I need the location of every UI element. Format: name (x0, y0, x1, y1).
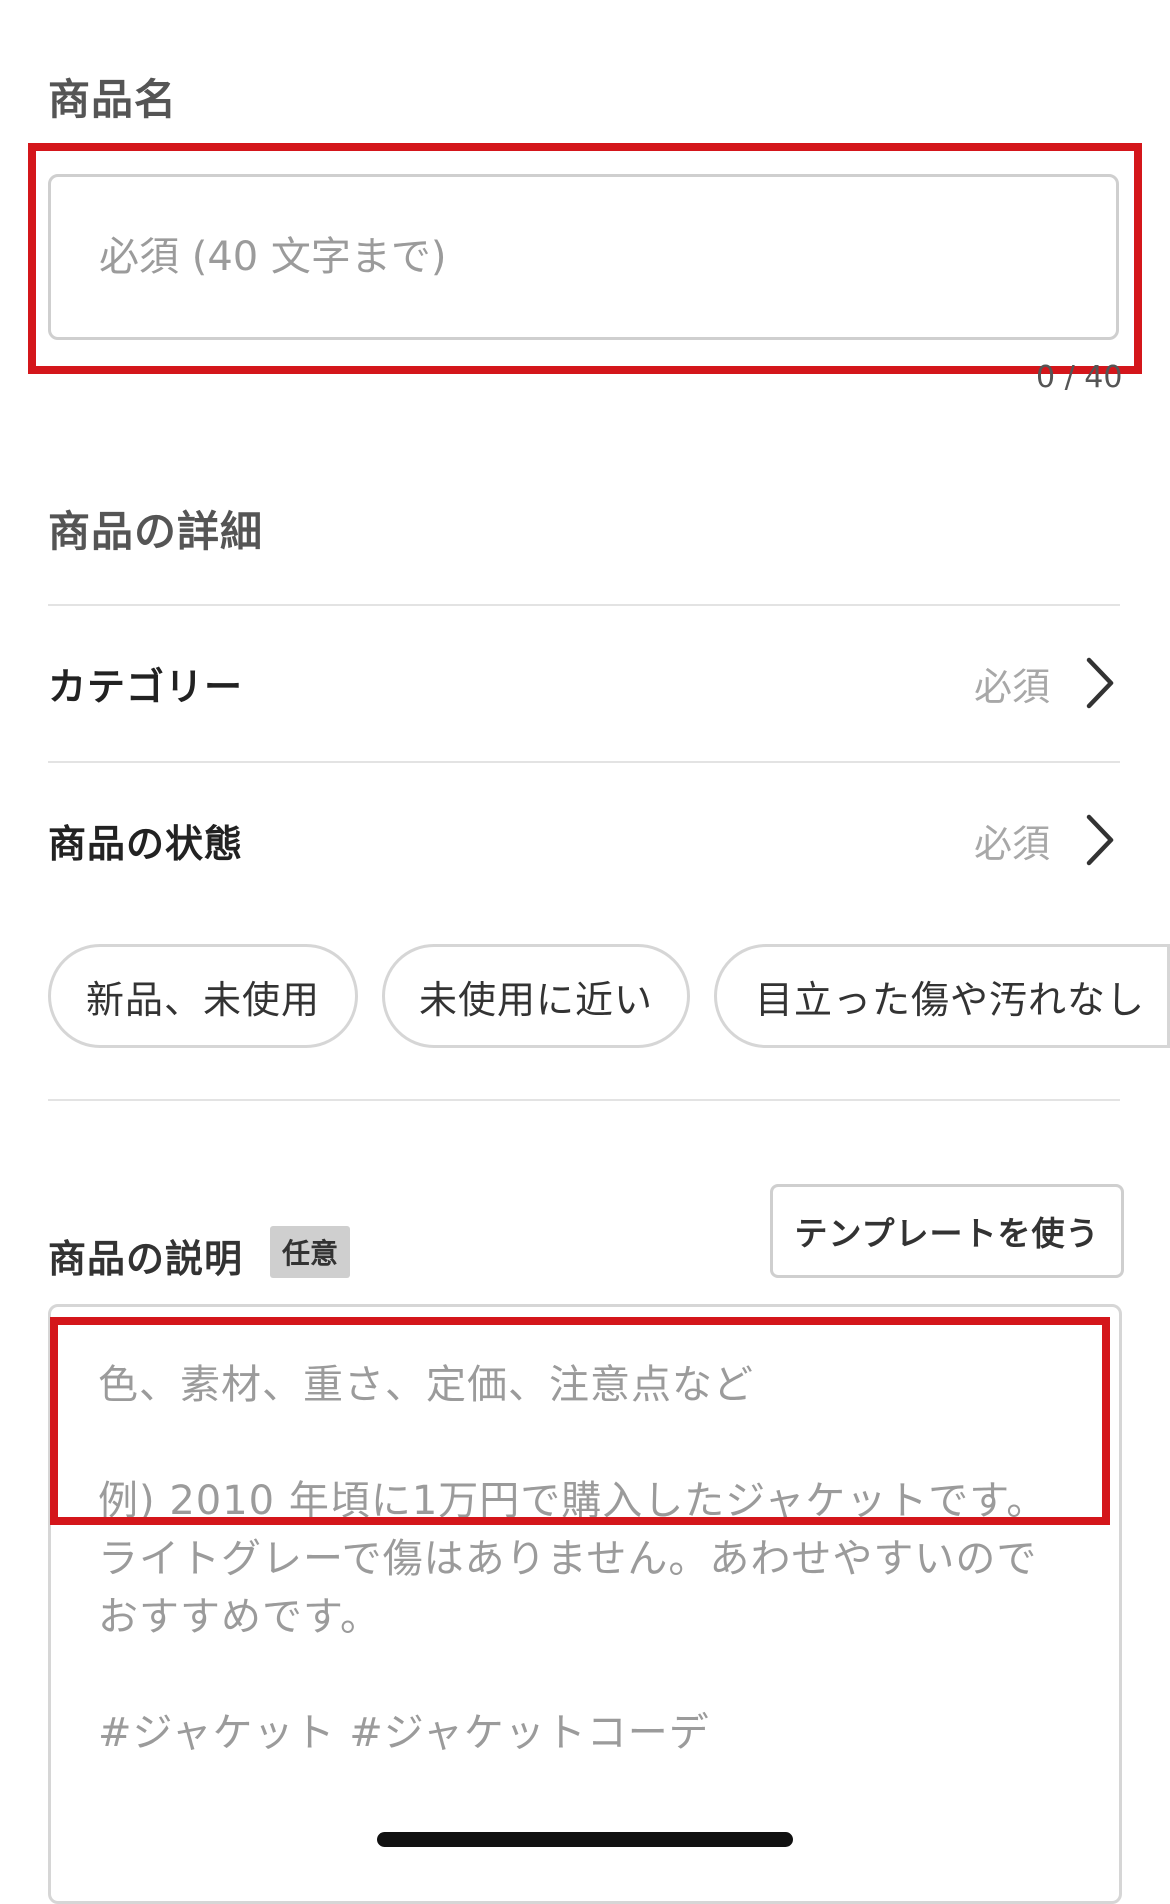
item-name-input[interactable] (48, 174, 1119, 340)
chevron-right-icon (1080, 655, 1120, 711)
details-title: 商品の詳細 (48, 507, 264, 556)
chevron-right-icon (1080, 812, 1120, 868)
description-placeholder-line: 例) 2010 年頃に1万円で購入したジャケットです。 (98, 1478, 1048, 1524)
condition-row[interactable]: 商品の状態 必須 (48, 763, 1120, 917)
divider (48, 1099, 1120, 1101)
use-template-button[interactable]: テンプレートを使う (770, 1184, 1124, 1278)
char-counter: 0 / 40 (1036, 360, 1123, 395)
condition-chip-like-new[interactable]: 未使用に近い (382, 944, 690, 1048)
description-placeholder-line: #ジャケット #ジャケットコーデ (98, 1710, 710, 1756)
description-label: 商品の説明 (48, 1237, 244, 1281)
description-placeholder-line: ライトグレーで傷はありません。あわせやすいので (98, 1536, 1038, 1582)
condition-label: 商品の状態 (48, 821, 244, 866)
condition-chip-no-damage[interactable]: 目立った傷や汚れなし (714, 944, 1170, 1048)
category-row[interactable]: カテゴリー 必須 (48, 606, 1120, 760)
condition-required: 必須 (973, 821, 1050, 866)
home-indicator (377, 1832, 793, 1847)
item-name-title: 商品名 (48, 75, 178, 124)
description-placeholder-line: おすすめです。 (98, 1594, 381, 1640)
condition-chip-new[interactable]: 新品、未使用 (48, 944, 358, 1048)
optional-badge: 任意 (270, 1226, 350, 1278)
category-label: カテゴリー (48, 664, 244, 709)
category-required: 必須 (973, 664, 1050, 709)
description-placeholder-line: 色、素材、重さ、定価、注意点など (98, 1362, 754, 1408)
